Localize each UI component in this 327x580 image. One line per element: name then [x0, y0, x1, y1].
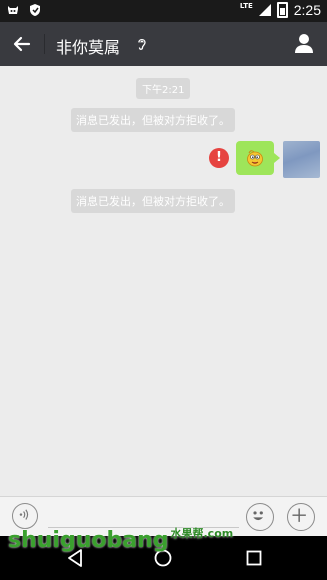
emoji-button[interactable]: [246, 503, 274, 531]
system-message: 消息已发出，但被对方拒收了。: [71, 108, 235, 132]
signal-icon: [258, 4, 271, 16]
status-bar: LTE 2:25: [0, 0, 327, 22]
outgoing-message-bubble[interactable]: [236, 141, 280, 175]
nav-recent-apps-icon[interactable]: [246, 550, 262, 566]
system-message: 消息已发出，但被对方拒收了。: [71, 189, 235, 213]
watermark-suffix: 水果帮.com: [170, 527, 234, 540]
chat-header: 非你莫属: [0, 22, 327, 66]
network-type: LTE: [239, 2, 253, 10]
contact-profile-icon[interactable]: [293, 32, 315, 54]
earpiece-mode-icon: [138, 38, 146, 50]
smiley-icon: [253, 511, 264, 521]
emoji-sticker-icon: [247, 150, 263, 167]
site-watermark: shuiguobang 水果帮.com: [8, 527, 234, 553]
back-arrow-icon[interactable]: [8, 30, 36, 58]
shield-icon: [30, 4, 40, 16]
voice-icon: [19, 509, 29, 520]
send-failed-icon[interactable]: !: [209, 148, 229, 168]
watermark-text: shuiguobang: [8, 528, 169, 553]
cow-icon: [8, 6, 18, 14]
plus-icon: [292, 508, 306, 522]
message-timestamp: 下午2:21: [136, 78, 191, 99]
status-time: 2:25: [293, 2, 321, 18]
user-avatar[interactable]: [283, 141, 320, 178]
chat-area[interactable]: 下午2:21 消息已发出，但被对方拒收了。 ! 消息已发出，但被对方拒收了。: [0, 66, 327, 496]
battery-icon: [276, 2, 288, 18]
header-divider: [44, 34, 45, 54]
voice-input-button[interactable]: [12, 503, 38, 529]
chat-title: 非你莫属: [56, 38, 121, 57]
more-options-button[interactable]: [287, 503, 315, 531]
